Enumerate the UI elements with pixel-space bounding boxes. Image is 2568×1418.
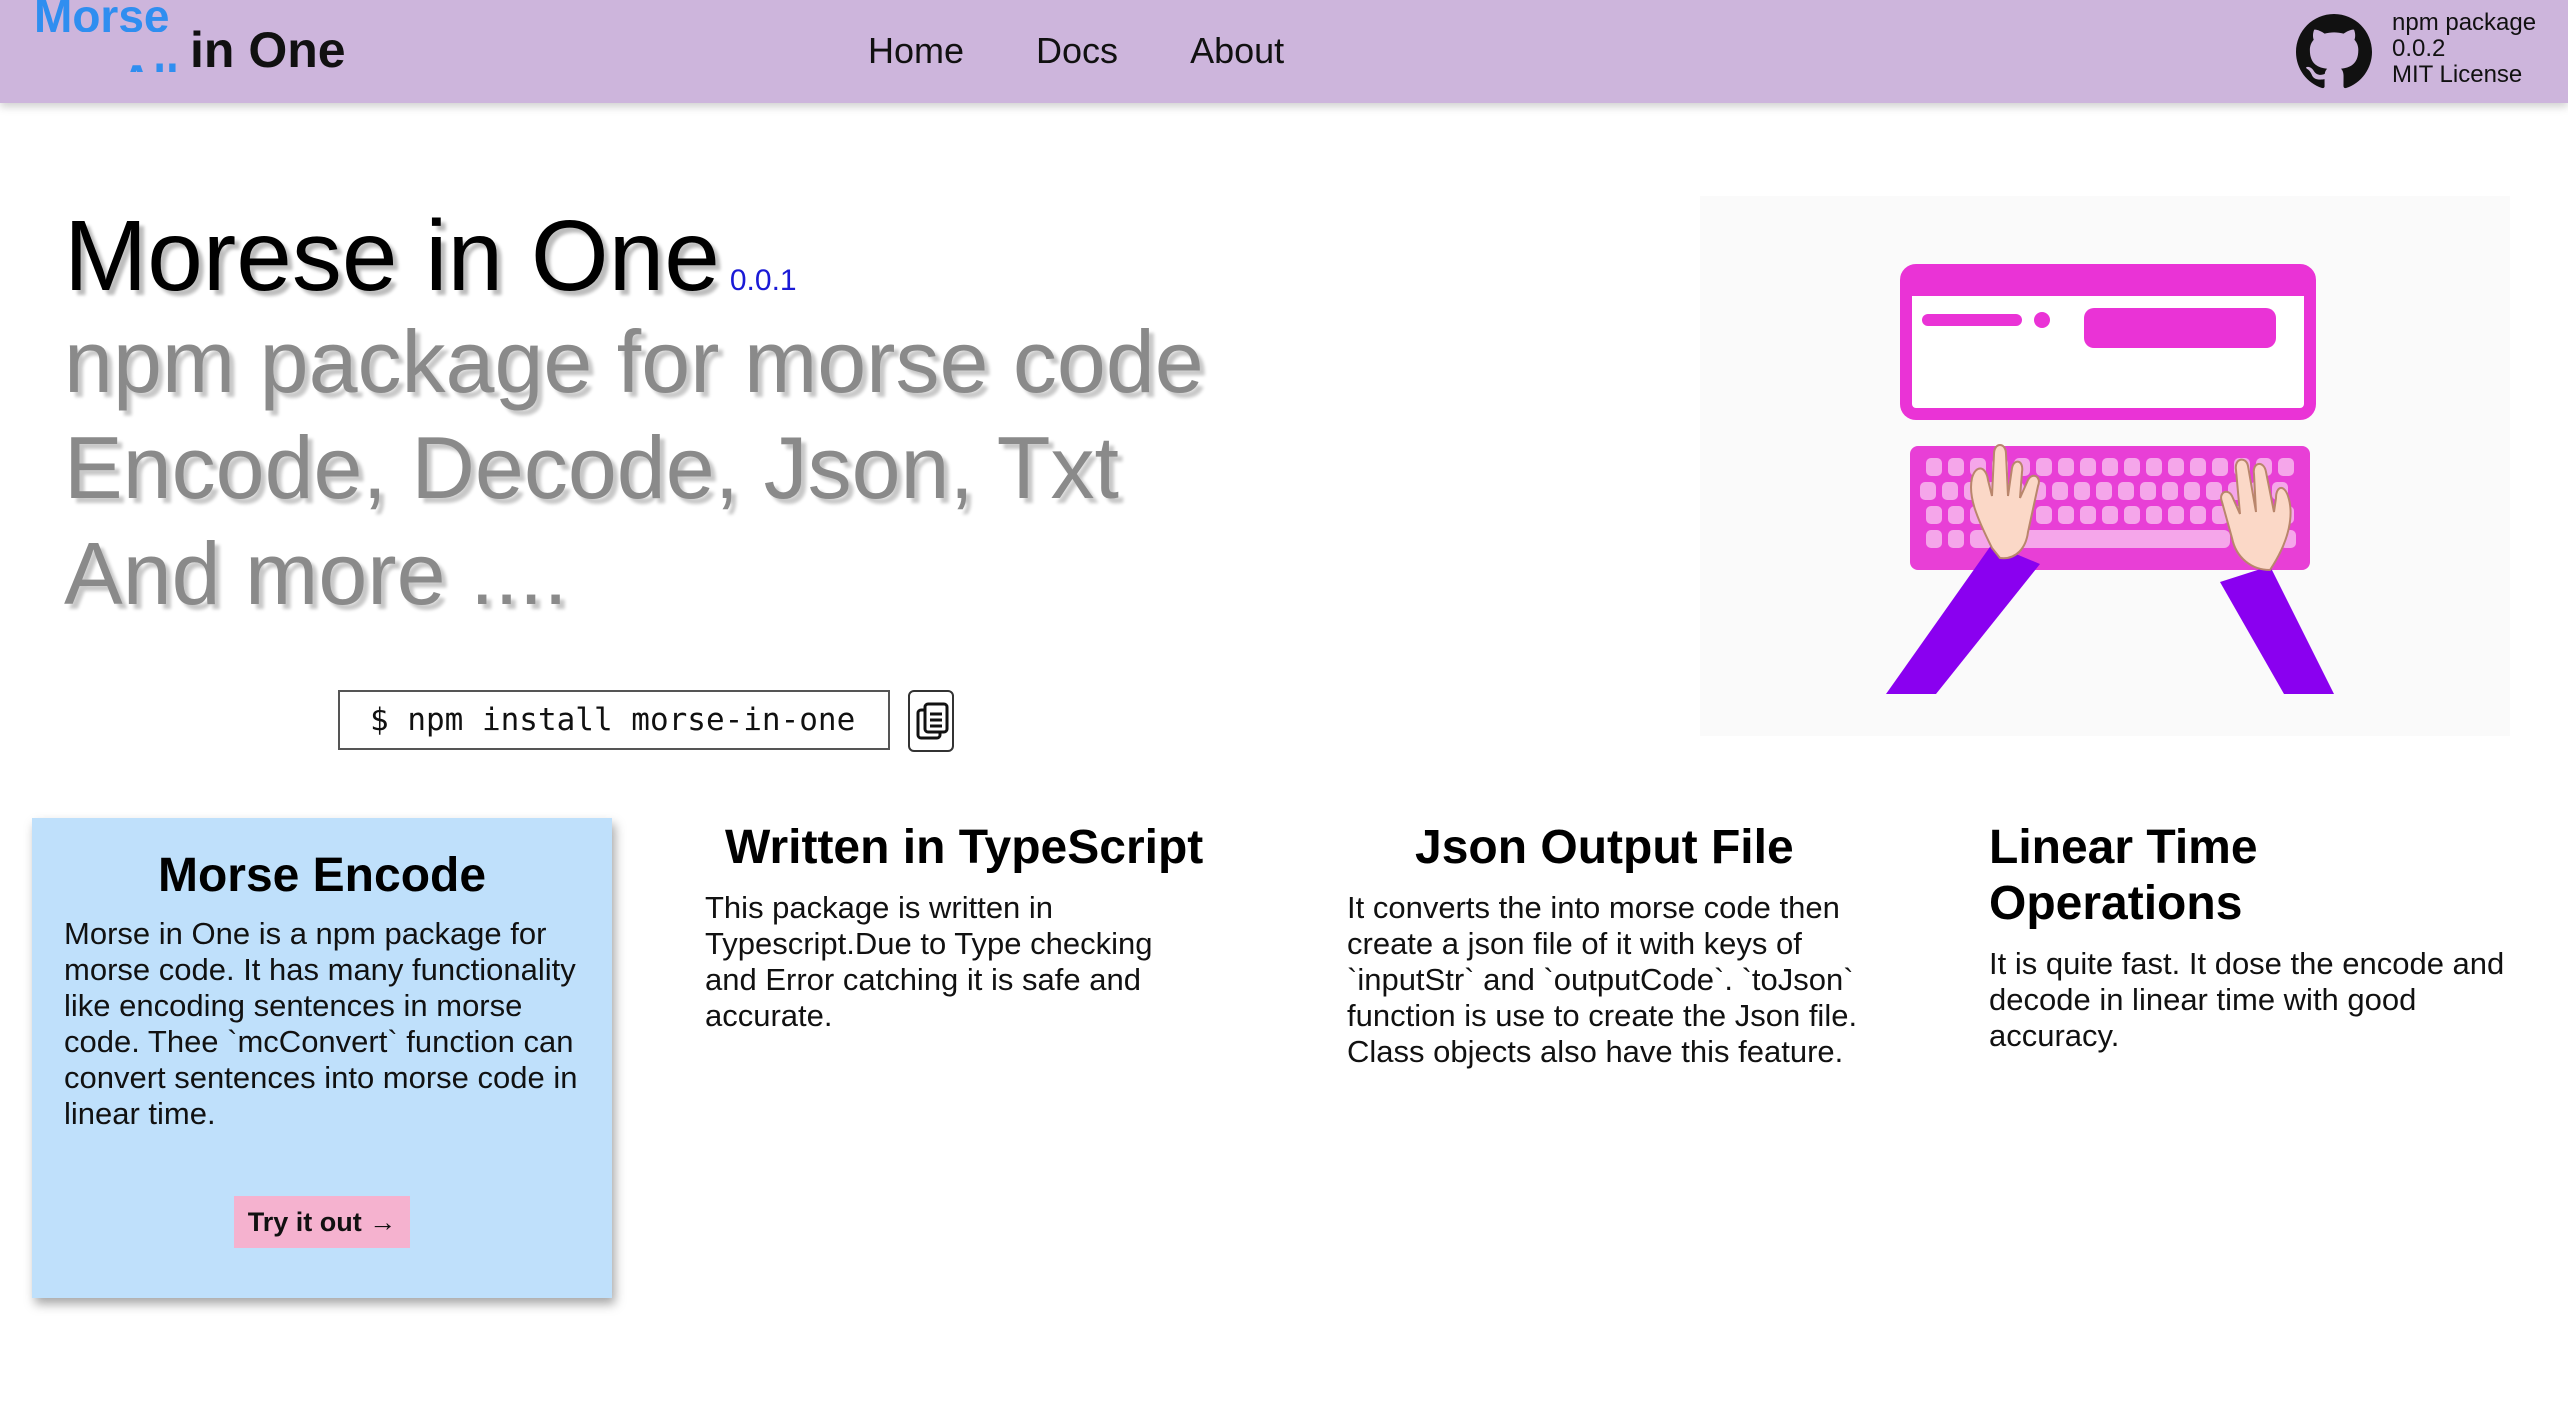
card-title: Written in TypeScript [725,821,1204,874]
hero-subtitle-line-3: And more .... [64,524,568,623]
main-nav: Home Docs About [868,28,1356,74]
hero-subtitle-line-2: Encode, Decode, Json, Txt [64,418,1119,517]
card-linear-time: Linear Time Operations It is quite fast.… [1989,820,2529,1054]
package-type: npm package [2392,9,2537,36]
logo[interactable]: Morse All in One [30,0,390,103]
card-json-output: Json Output File It converts the into mo… [1347,820,1887,1070]
hero-version: 0.0.1 [729,264,797,297]
card-morse-encode: Morse Encode Morse in One is a npm packa… [32,818,612,1298]
card-body: This package is written in Typescript.Du… [705,890,1153,1033]
package-license: MIT License [2392,61,2523,88]
package-version: 0.0.2 [2392,35,2446,62]
logo-word-all: All [120,58,179,72]
clipboard-icon [916,702,949,740]
logo-word-morse: Morse [34,0,170,32]
card-body: It converts the into morse code then cre… [1347,890,1858,1069]
typing-on-keyboard-illustration [1700,196,2510,736]
card-title: Linear Time Operations [1989,821,2258,930]
hero-subtitle-line-1: npm package for morse code [64,312,1204,411]
logo-word-in-one: in One [190,22,346,78]
try-it-out-button[interactable]: Try it out → [234,1196,410,1248]
top-navbar: Morse All in One Home Docs About npm pac… [0,0,2568,103]
card-body: It is quite fast. It dose the encode and… [1989,946,2505,1053]
card-typescript: Written in TypeScript This package is wr… [705,820,1225,1034]
card-body: Morse in One is a npm package for morse … [64,916,578,1131]
card-title: Json Output File [1415,821,1794,874]
copy-button[interactable] [908,690,954,752]
nav-about-link[interactable]: About [1190,28,1284,74]
nav-docs-link[interactable]: Docs [1036,28,1118,74]
install-command[interactable]: $ npm install morse-in-one [338,690,890,750]
package-info: npm package 0.0.2 MIT License [2392,10,2536,88]
github-icon[interactable] [2296,14,2372,90]
hero-title-text: Morese in One [64,200,720,312]
nav-home-link[interactable]: Home [868,28,964,74]
card-title: Morse Encode [157,849,487,902]
